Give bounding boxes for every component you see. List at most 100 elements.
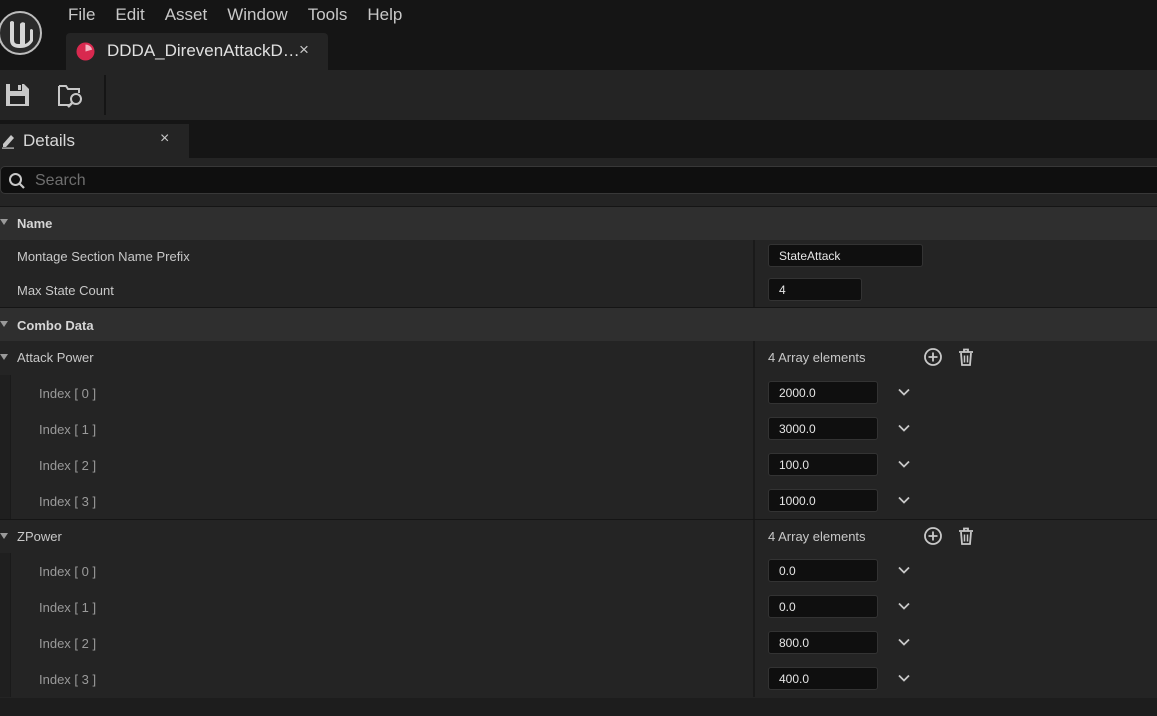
document-tab-title: DDDA_DirevenAttackD… [107,41,300,60]
index-label: Index [ 0 ] [39,386,97,401]
array-element-row: Index [ 1 ] [0,589,1157,625]
menu-edit[interactable]: Edit [105,4,154,28]
property-row-montage-prefix: Montage Section Name Prefix [0,240,1157,273]
indent-guide [0,447,10,483]
zpower-value-input[interactable] [768,595,878,618]
pencil-icon [2,135,14,149]
menu-help[interactable]: Help [357,4,412,28]
index-label: Index [ 2 ] [39,636,97,651]
document-tab-close-button[interactable]: × [299,40,309,60]
indent-guide [0,483,10,519]
property-label: Montage Section Name Prefix [17,249,190,264]
property-label: Max State Count [17,283,114,298]
indent-guide [0,553,10,589]
indent-guide [10,411,11,447]
indent-guide [10,589,11,625]
array-element-row: Index [ 0 ] [0,375,1157,411]
array-element-row: Index [ 1 ] [0,411,1157,447]
property-name-cell: Max State Count [0,273,753,307]
property-value-cell: 4 Array elements [755,341,1157,375]
unreal-logo-icon[interactable] [0,6,42,60]
indent-guide [0,411,10,447]
zpower-value-input[interactable] [768,667,878,690]
details-tab-title: Details [23,131,75,150]
array-header-attack-power: Attack Power 4 Array elements [0,341,1157,375]
property-value-cell [755,273,1157,307]
attack-power-value-input[interactable] [768,381,878,404]
property-row-max-state-count: Max State Count [0,273,1157,307]
property-name-cell: Index [ 0 ] [0,375,753,411]
add-element-icon[interactable] [923,526,943,546]
attack-power-value-input[interactable] [768,489,878,512]
indent-guide [0,589,10,625]
chevron-down-icon[interactable] [896,456,912,472]
property-name-cell: Index [ 0 ] [0,553,753,589]
details-tab-close-button[interactable]: × [160,130,169,148]
property-name-cell[interactable]: ZPower [0,520,753,553]
array-element-row: Index [ 3 ] [0,483,1157,519]
data-asset-icon [76,42,95,61]
trash-icon[interactable] [956,347,976,367]
details-tab[interactable]: Details × [0,124,189,158]
panel-bottom-strip [0,698,1157,716]
trash-icon[interactable] [956,526,976,546]
property-name-cell: Index [ 2 ] [0,447,753,483]
menu-tools[interactable]: Tools [298,4,358,28]
array-element-row: Index [ 3 ] [0,661,1157,697]
expand-arrow-icon[interactable] [0,321,8,327]
indent-guide [0,661,10,697]
attack-power-value-input[interactable] [768,453,878,476]
index-label: Index [ 3 ] [39,494,97,509]
menu-asset[interactable]: Asset [155,4,218,28]
indent-guide [10,375,11,411]
search-box[interactable] [0,166,1157,194]
details-tab-bar: Details × [0,120,1157,158]
chevron-down-icon[interactable] [896,384,912,400]
chevron-down-icon[interactable] [896,634,912,650]
property-value-cell [755,447,1157,483]
property-label: Attack Power [17,350,94,365]
chevron-down-icon[interactable] [896,492,912,508]
zpower-value-input[interactable] [768,559,878,582]
menu-window[interactable]: Window [217,4,297,28]
search-icon [9,173,25,189]
expand-arrow-icon[interactable] [0,219,8,225]
chevron-down-icon[interactable] [896,420,912,436]
attack-power-value-input[interactable] [768,417,878,440]
property-name-cell: Index [ 3 ] [0,483,753,519]
property-name-cell: Index [ 2 ] [0,625,753,661]
category-label: Name [17,216,53,231]
max-state-count-input[interactable] [768,278,862,301]
expand-arrow-icon[interactable] [0,354,8,360]
indent-guide [0,375,10,411]
property-value-cell: 4 Array elements [755,520,1157,553]
category-name[interactable]: Name [0,206,1157,240]
array-count: 4 Array elements [768,529,866,544]
chevron-down-icon[interactable] [896,562,912,578]
document-tab[interactable]: DDDA_DirevenAttackD… × [66,33,328,70]
expand-arrow-icon[interactable] [0,533,8,539]
category-combo-data[interactable]: Combo Data [0,307,1157,341]
property-name-cell: Index [ 1 ] [0,589,753,625]
array-element-row: Index [ 2 ] [0,447,1157,483]
index-label: Index [ 3 ] [39,672,97,687]
property-value-cell [755,240,1157,273]
details-panel: Name Montage Section Name Prefix Max Sta… [0,158,1157,716]
menu-bar: File Edit Asset Window Tools Help [58,4,412,28]
menu-file[interactable]: File [58,4,105,28]
montage-prefix-input[interactable] [768,244,923,267]
indent-guide [10,483,11,519]
zpower-value-input[interactable] [768,631,878,654]
property-value-cell [755,625,1157,661]
add-element-icon[interactable] [923,347,943,367]
index-label: Index [ 2 ] [39,458,97,473]
property-name-cell[interactable]: Attack Power [0,341,753,375]
property-label: ZPower [17,529,62,544]
search-input[interactable] [33,169,837,193]
index-label: Index [ 1 ] [39,600,97,615]
array-count: 4 Array elements [768,350,866,365]
chevron-down-icon[interactable] [896,598,912,614]
browse-to-asset-icon[interactable] [57,81,87,109]
chevron-down-icon[interactable] [896,670,912,686]
save-icon[interactable] [4,81,34,109]
